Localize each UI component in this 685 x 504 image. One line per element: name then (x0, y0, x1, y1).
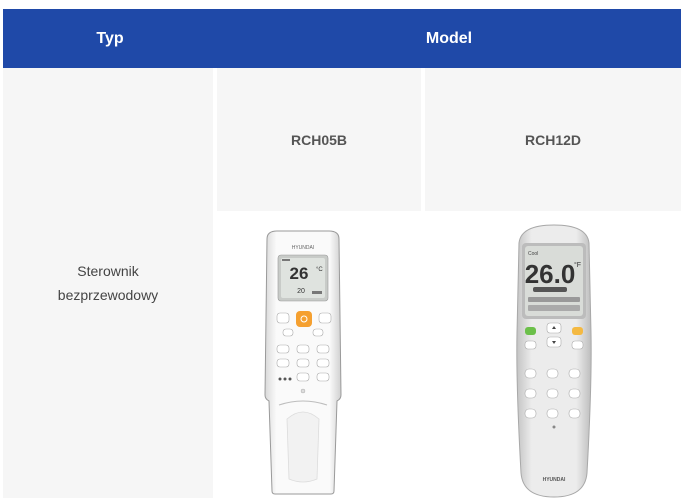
remote1-unit: °C (316, 267, 323, 273)
model-name-1: RCH05B (290, 131, 347, 148)
remote2-orange-button[interactable] (572, 327, 583, 335)
remote1-sub: 20 (297, 288, 305, 295)
remote2-green-button[interactable] (525, 327, 536, 335)
remote-rch05b-image: HYUNDAI 26 °C 20 (261, 229, 345, 495)
remote1-power-button[interactable] (296, 311, 312, 327)
type-label: Sterownik bezprzewodowy (57, 263, 159, 303)
model-name-2: RCH12D (524, 131, 581, 148)
spec-table: Typ Model Sterownik bezprzewodowy RCH05B… (3, 9, 681, 498)
remote2-unit: °F (574, 261, 581, 269)
remote-rch12d-image: Cool 26.0 °F HYUNDAI (513, 223, 595, 499)
remote1-temp: 26 (290, 264, 309, 283)
header-model: Model (425, 29, 473, 47)
header-type: Typ (96, 29, 124, 47)
remote2-temp: 26.0 (525, 259, 576, 289)
table-header: Typ Model (3, 9, 681, 68)
remote2-brand: HYUNDAI (543, 477, 566, 483)
svg-text:Cool: Cool (528, 251, 538, 257)
remote1-brand: HYUNDAI (292, 245, 315, 251)
